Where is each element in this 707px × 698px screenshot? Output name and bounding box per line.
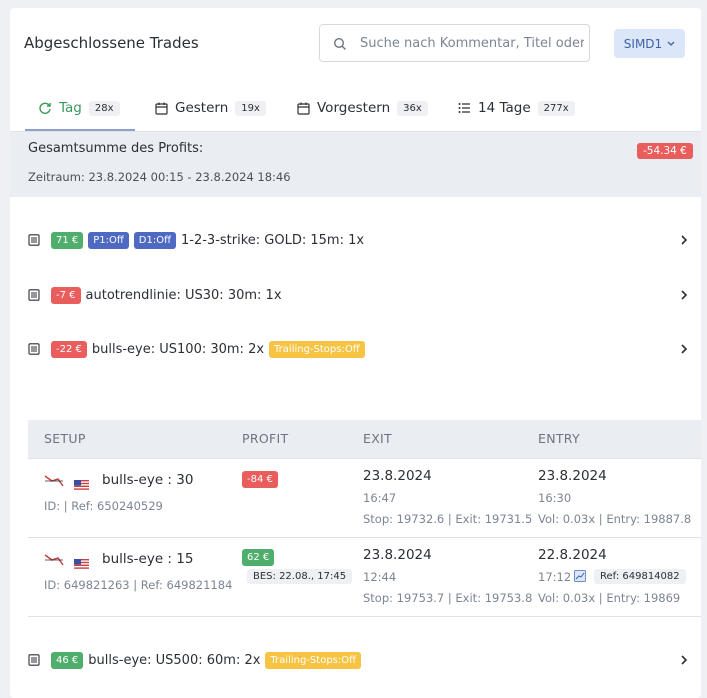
search-input[interactable]: Suche nach Kommentar, Titel oder bbox=[319, 24, 590, 62]
tab-count: 19x bbox=[235, 100, 266, 116]
exit-time: 12:44 bbox=[363, 570, 397, 584]
chart-image-icon[interactable] bbox=[574, 570, 586, 582]
tag-badge: P1:Off bbox=[88, 231, 129, 249]
refresh-icon bbox=[39, 102, 51, 114]
chevron-right-icon[interactable] bbox=[680, 343, 688, 355]
profit-badge: 46 € bbox=[51, 651, 84, 669]
profit-badge: 62 € bbox=[242, 549, 275, 566]
profit-badge: -84 € bbox=[242, 471, 278, 488]
trade-group-row[interactable]: -22 € bulls-eye: US100: 30m: 2x Trailing… bbox=[28, 337, 688, 361]
group-label: bulls-eye: US100: 30m: 2x bbox=[91, 341, 265, 357]
entry-time: 17:12 bbox=[538, 570, 572, 584]
entry-date: 22.8.2024 bbox=[538, 547, 607, 563]
group-label: 1-2-3-strike: GOLD: 15m: 1x bbox=[181, 232, 365, 248]
summary-range: Zeitraum: 23.8.2024 00:15 - 23.8.2024 18… bbox=[28, 170, 291, 184]
tab-count: 36x bbox=[397, 100, 428, 116]
trend-down-icon bbox=[44, 475, 64, 487]
chevron-right-icon[interactable] bbox=[680, 234, 688, 246]
table-row[interactable]: bulls-eye : 30 ID: | Ref: 650240529 -84 … bbox=[28, 459, 701, 538]
group-label: autotrendlinie: US30: 30m: 1x bbox=[85, 287, 282, 303]
period-tabs: Tag 28x Gestern 19x Vorgestern 36x 14 Ta… bbox=[10, 86, 701, 131]
list-icon bbox=[458, 103, 470, 113]
tab-gestern[interactable]: Gestern 19x bbox=[155, 86, 266, 130]
profit-summary: Gesamtsumme des Profits: Zeitraum: 23.8.… bbox=[10, 131, 701, 197]
us-flag-icon bbox=[74, 553, 89, 572]
summary-title: Gesamtsumme des Profits: bbox=[28, 141, 204, 156]
tab-vorgestern[interactable]: Vorgestern 36x bbox=[297, 86, 428, 130]
account-dropdown[interactable]: SIMD1 bbox=[614, 29, 685, 58]
tab-label: 14 Tage bbox=[478, 100, 531, 116]
document-icon bbox=[28, 343, 40, 355]
trade-group-row[interactable]: 46 € bulls-eye: US500: 60m: 2x Trailing-… bbox=[28, 648, 688, 672]
document-icon bbox=[28, 289, 40, 301]
tab-tag[interactable]: Tag 28x bbox=[25, 86, 134, 131]
entry-time: 16:30 bbox=[538, 491, 572, 505]
tab-count: 28x bbox=[88, 100, 120, 116]
setup-name: bulls-eye : 15 bbox=[102, 551, 194, 567]
profit-badge: 71 € bbox=[51, 231, 84, 249]
summary-total-badge: -54.34 € bbox=[637, 143, 693, 159]
search-icon bbox=[333, 37, 346, 50]
col-profit: PROFIT bbox=[242, 431, 289, 446]
setup-ids: ID: | Ref: 650240529 bbox=[44, 499, 163, 513]
setup-ids: ID: 649821263 | Ref: 649821184 bbox=[44, 578, 233, 592]
chevron-right-icon[interactable] bbox=[680, 654, 688, 666]
calendar-icon bbox=[155, 102, 168, 115]
entry-detail: Vol: 0.03x | Entry: 19869 bbox=[538, 591, 681, 605]
trade-group-row[interactable]: -7 € autotrendlinie: US30: 30m: 1x bbox=[28, 283, 688, 307]
tab-count: 277x bbox=[537, 100, 575, 116]
calendar-icon bbox=[297, 102, 310, 115]
tab-label: Vorgestern bbox=[317, 100, 391, 116]
col-entry: ENTRY bbox=[538, 431, 580, 446]
entry-ref-chip: Ref: 649814082 bbox=[594, 569, 686, 584]
trades-card: Abgeschlossene Trades Suche nach Komment… bbox=[10, 8, 701, 698]
trailing-stops-badge: Trailing-Stops:Off bbox=[265, 651, 362, 669]
page-title: Abgeschlossene Trades bbox=[24, 34, 199, 52]
table-header: SETUP PROFIT EXIT ENTRY bbox=[28, 420, 701, 459]
exit-date: 23.8.2024 bbox=[363, 547, 432, 563]
exit-detail: Stop: 19732.6 | Exit: 19731.5 bbox=[363, 512, 533, 526]
card-header: Abgeschlossene Trades Suche nach Komment… bbox=[10, 8, 701, 78]
chevron-down-icon bbox=[667, 41, 675, 46]
exit-detail: Stop: 19753.7 | Exit: 19753.8 bbox=[363, 591, 533, 605]
account-label: SIMD1 bbox=[623, 36, 663, 51]
tab-label: Tag bbox=[59, 100, 82, 116]
setup-name: bulls-eye : 30 bbox=[102, 472, 194, 488]
chevron-right-icon[interactable] bbox=[680, 289, 688, 301]
trailing-stops-badge: Trailing-Stops:Off bbox=[269, 340, 365, 358]
us-flag-icon bbox=[74, 474, 89, 493]
tag-badge: D1:Off bbox=[133, 231, 176, 249]
tab-14-tage[interactable]: 14 Tage 277x bbox=[458, 86, 575, 130]
trade-group-row[interactable]: 71 € P1:Off D1:Off 1-2-3-strike: GOLD: 1… bbox=[28, 228, 688, 252]
search-placeholder: Suche nach Kommentar, Titel oder bbox=[360, 36, 584, 51]
document-icon bbox=[28, 654, 40, 666]
profit-badge: -7 € bbox=[51, 286, 81, 304]
tab-label: Gestern bbox=[175, 100, 229, 116]
exit-time: 16:47 bbox=[363, 491, 397, 505]
exit-date: 23.8.2024 bbox=[363, 468, 432, 484]
entry-date: 23.8.2024 bbox=[538, 468, 607, 484]
col-setup: SETUP bbox=[44, 431, 86, 446]
group-label: bulls-eye: US500: 60m: 2x bbox=[88, 652, 261, 668]
trend-down-icon bbox=[44, 554, 64, 566]
document-icon bbox=[28, 234, 40, 246]
entry-detail: Vol: 0.03x | Entry: 19887.8 bbox=[538, 512, 692, 526]
table-row[interactable]: bulls-eye : 15 ID: 649821263 | Ref: 6498… bbox=[28, 538, 701, 617]
profit-badge: -22 € bbox=[51, 340, 87, 358]
col-exit: EXIT bbox=[363, 431, 392, 446]
bes-chip: BES: 22.08., 17:45 bbox=[247, 569, 353, 584]
